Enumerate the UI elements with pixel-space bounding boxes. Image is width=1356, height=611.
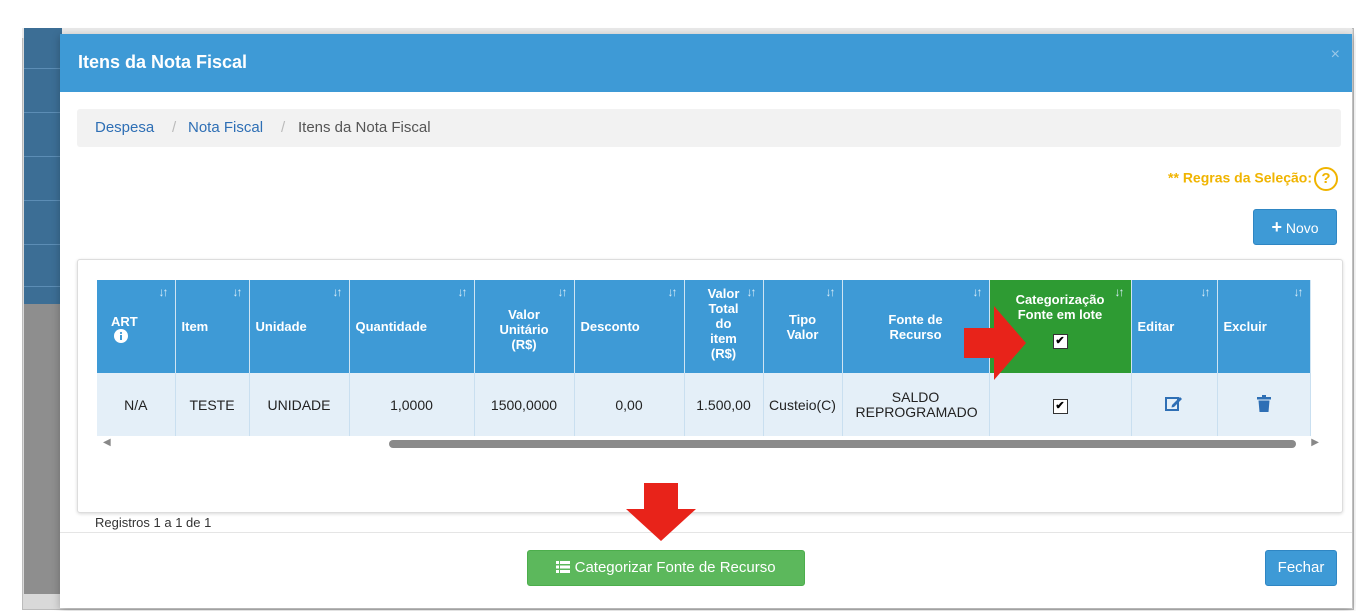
col-header-quantidade[interactable]: ↓↑ Quantidade <box>349 280 475 373</box>
fechar-button[interactable]: Fechar <box>1265 550 1337 586</box>
plus-icon: + <box>1271 217 1282 237</box>
red-arrow-right-icon <box>964 306 1026 380</box>
sort-icon[interactable]: ↓↑ <box>233 285 243 299</box>
trash-icon[interactable] <box>1256 394 1271 412</box>
breadcrumb-separator: / <box>281 119 286 136</box>
col-header-art[interactable]: ↓↑ ART <box>97 280 176 373</box>
sort-icon[interactable]: ↓↑ <box>668 285 678 299</box>
cell-tipo-valor: Custeio(C) <box>763 373 843 436</box>
col-header-excluir[interactable]: ↓↑ Excluir <box>1217 280 1311 373</box>
table-panel: ↓↑ ART ↓↑ Item ↓↑ Unidade ↓↑ Quantidade ↓↑ V… <box>77 259 1343 530</box>
sort-icon[interactable]: ↓↑ <box>826 285 836 299</box>
sort-icon[interactable]: ↓↑ <box>747 285 757 299</box>
col-header-label: Quantidade <box>355 319 428 334</box>
sort-icon[interactable]: ↓↑ <box>159 285 169 299</box>
background-sidebar <box>24 28 62 304</box>
novo-button-label: Novo <box>1285 220 1319 236</box>
cell-fonte-recurso: SALDO REPROGRAMADO <box>842 373 990 436</box>
edit-icon[interactable] <box>1165 394 1183 412</box>
itens-table: ↓↑ ART ↓↑ Item ↓↑ Unidade ↓↑ Quantidade ↓↑ V… <box>97 280 1311 436</box>
col-header-label: ART <box>111 314 138 329</box>
col-header-label: Excluir <box>1223 319 1267 334</box>
sort-icon[interactable]: ↓↑ <box>333 285 343 299</box>
cell-art: N/A <box>97 373 176 436</box>
cell-categorizacao: ✔ <box>989 373 1132 436</box>
cell-desconto: 0,00 <box>574 373 685 436</box>
list-icon <box>556 561 571 573</box>
sort-icon[interactable]: ↓↑ <box>1115 285 1125 299</box>
breadcrumb-separator: / <box>172 119 177 136</box>
col-header-label: Desconto <box>580 319 640 334</box>
categorizar-fonte-label: Categorizar Fonte de Recurso <box>574 559 776 576</box>
modal-header: Itens da Nota Fiscal × <box>60 34 1352 92</box>
cell-excluir <box>1217 373 1311 436</box>
breadcrumb-nota-fiscal[interactable]: Nota Fiscal <box>188 119 263 136</box>
novo-button[interactable]: + Novo <box>1253 209 1337 245</box>
sort-icon[interactable]: ↓↑ <box>558 285 568 299</box>
col-header-label: Tipo Valor <box>786 311 819 342</box>
cell-quantidade: 1,0000 <box>349 373 475 436</box>
col-header-unidade[interactable]: ↓↑ Unidade <box>249 280 350 373</box>
col-header-label: Fonte de Recurso <box>888 311 943 342</box>
breadcrumb: Despesa / Nota Fiscal / Itens da Nota Fi… <box>77 109 1341 147</box>
records-count: Registros 1 a 1 de 1 <box>95 515 212 530</box>
col-header-label: Valor Total do item (R$) <box>707 286 740 361</box>
regras-selecao-label: ** Regras da Seleção: <box>1168 169 1312 186</box>
col-header-item[interactable]: ↓↑ Item <box>175 280 250 373</box>
scroll-right-icon[interactable]: ▶ <box>1311 437 1319 448</box>
sort-icon[interactable]: ↓↑ <box>1201 285 1211 299</box>
row-checkbox-categorizacao[interactable]: ✔ <box>1052 398 1068 414</box>
cell-unidade: UNIDADE <box>249 373 350 436</box>
close-icon[interactable]: × <box>1331 46 1340 64</box>
cell-item: TESTE <box>175 373 250 436</box>
cell-editar <box>1131 373 1218 436</box>
horizontal-scrollbar[interactable]: ◀ ▶ <box>97 436 1319 452</box>
itens-nota-fiscal-modal: Itens da Nota Fiscal × Despesa / Nota Fi… <box>60 34 1352 608</box>
fonte-recurso-text: SALDO REPROGRAMADO <box>855 388 978 420</box>
scrollbar-thumb[interactable] <box>389 440 1296 448</box>
categorizar-fonte-button[interactable]: Categorizar Fonte de Recurso <box>527 550 805 586</box>
col-header-tipo-valor[interactable]: ↓↑ Tipo Valor <box>763 280 843 373</box>
col-header-desconto[interactable]: ↓↑ Desconto <box>574 280 685 373</box>
modal-title: Itens da Nota Fiscal <box>78 52 248 72</box>
table-header-row: ↓↑ ART ↓↑ Item ↓↑ Unidade ↓↑ Quantidade ↓↑ V… <box>97 280 1311 373</box>
sort-icon[interactable]: ↓↑ <box>973 285 983 299</box>
sort-icon[interactable]: ↓↑ <box>1294 285 1304 299</box>
header-checkbox-categorizacao[interactable]: ✔ <box>1052 334 1068 349</box>
background-sidebar-lower <box>24 304 60 594</box>
sort-icon[interactable]: ↓↑ <box>458 285 468 299</box>
table-row: N/A TESTE UNIDADE 1,0000 1500,0000 0,00 … <box>97 373 1311 436</box>
col-header-label: Valor Unitário (R$) <box>499 307 549 352</box>
breadcrumb-current: Itens da Nota Fiscal <box>298 119 431 136</box>
cell-valor-unitario: 1500,0000 <box>474 373 575 436</box>
col-header-editar[interactable]: ↓↑ Editar <box>1131 280 1218 373</box>
info-icon <box>114 329 128 343</box>
cell-valor-total: 1.500,00 <box>684 373 764 436</box>
col-header-label: Unidade <box>255 319 307 334</box>
scroll-left-icon[interactable]: ◀ <box>103 437 111 448</box>
modal-footer-divider <box>60 532 1352 533</box>
col-header-label: Editar <box>1137 319 1175 334</box>
col-header-valor-total[interactable]: ↓↑ Valor Total do item (R$) <box>684 280 764 373</box>
col-header-label: Item <box>181 319 209 334</box>
col-header-valor-unitario[interactable]: ↓↑ Valor Unitário (R$) <box>474 280 575 373</box>
question-circle-icon[interactable]: ? <box>1314 167 1338 191</box>
red-arrow-down-icon <box>626 483 696 541</box>
regras-selecao: ** Regras da Seleção:? <box>1168 167 1338 191</box>
breadcrumb-despesa[interactable]: Despesa <box>95 119 154 136</box>
